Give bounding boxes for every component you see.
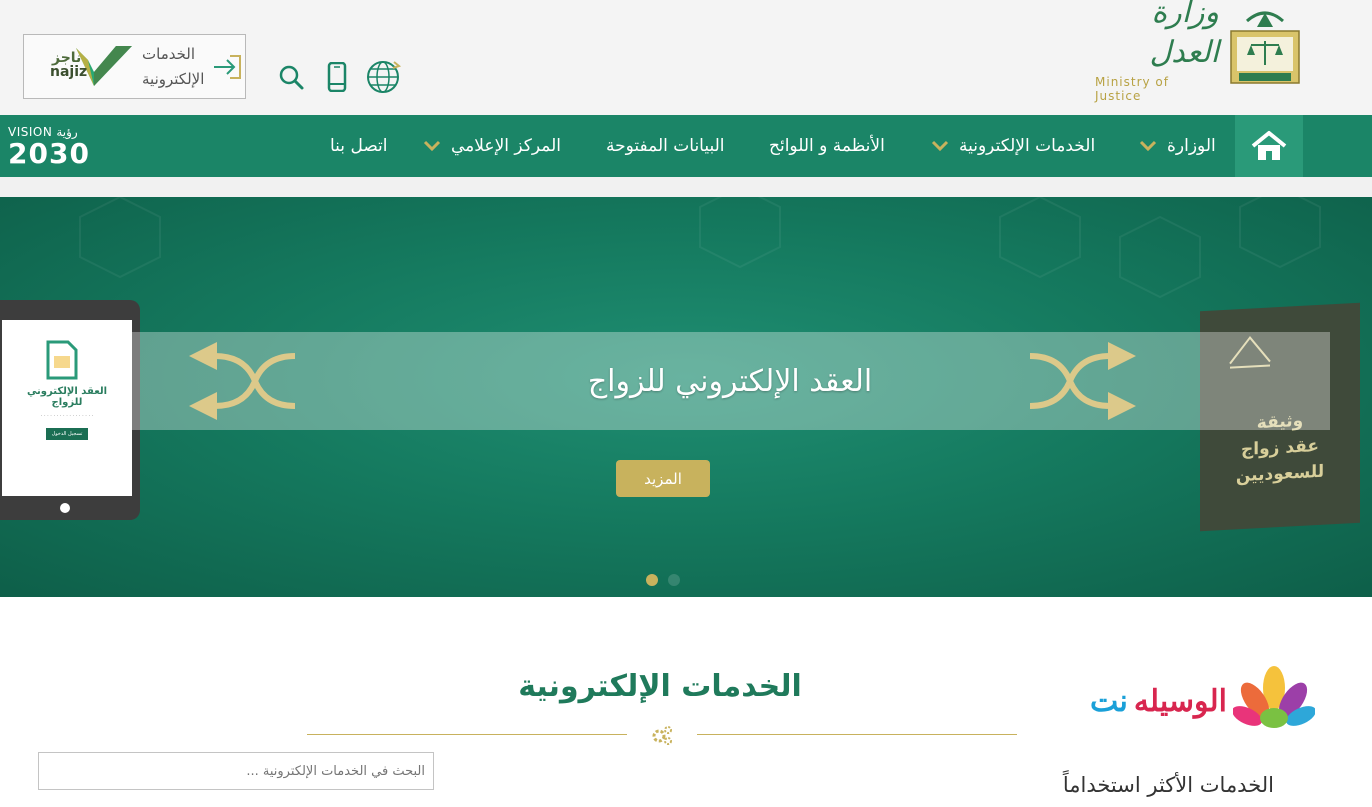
- search-icon[interactable]: [272, 58, 310, 96]
- ministry-name-en: Ministry of Justice: [1095, 75, 1169, 103]
- chevron-down-icon: [423, 140, 441, 152]
- slider-dot-active[interactable]: [646, 574, 658, 586]
- chevron-down-icon: [1139, 140, 1157, 152]
- divider-left: [307, 734, 627, 735]
- nav-regulations[interactable]: الأنظمة و اللوائح: [769, 115, 885, 177]
- najiz-logo: ناجز najiz: [36, 42, 134, 92]
- najiz-label-line1: الخدمات: [142, 44, 196, 63]
- login-arrow-icon: [212, 52, 244, 82]
- tablet-login-button: تسجيل الدخول: [45, 428, 89, 440]
- nav-label: اتصل بنا: [330, 136, 388, 156]
- wasila-part1: الوسيله: [1133, 683, 1227, 719]
- page: ناجز najiz الخدمات الإلكترونية وزارة الع…: [0, 0, 1372, 807]
- najiz-label: الخدمات الإلكترونية: [142, 42, 204, 92]
- nav-contact-us[interactable]: اتصل بنا: [330, 115, 388, 177]
- alwasila-net-logo[interactable]: نت الوسيله: [1090, 665, 1335, 737]
- nav-label: الخدمات الإلكترونية: [959, 136, 1096, 156]
- najiz-label-line2: الإلكترونية: [142, 69, 205, 88]
- nav-eservices[interactable]: الخدمات الإلكترونية: [931, 115, 1095, 177]
- eservices-section: الخدمات الإلكترونية نت الوسيله الخدمات ا…: [0, 597, 1372, 807]
- main-nav: VISION رؤية 2030 اتصل بنا المركز الإعلام…: [0, 115, 1372, 177]
- tablet-home-button: [60, 503, 70, 513]
- vision-year: 2030: [8, 137, 90, 170]
- section-title: الخدمات الإلكترونية: [518, 669, 802, 704]
- globe-icon[interactable]: [364, 58, 402, 96]
- divider-right: [697, 734, 1017, 735]
- ministry-of-justice-logo[interactable]: وزارة العدل Ministry of Justice: [1095, 0, 1305, 103]
- shuffle-arrows-right-icon: [1030, 342, 1136, 420]
- ministry-name-ar: وزارة العدل: [1149, 0, 1220, 70]
- tablet-title: العقد الإلكتروني للزواج: [26, 386, 108, 408]
- nav-label: المركز الإعلامي: [451, 136, 561, 156]
- more-button[interactable]: المزيد: [616, 460, 710, 497]
- most-used-services-heading: الخدمات الأكثر استخداماً: [1062, 773, 1274, 797]
- lotus-flower-icon: [1233, 666, 1315, 728]
- vision-2030-logo[interactable]: VISION رؤية 2030: [8, 125, 108, 169]
- hero-slider: العقد الإلكتروني للزواج · · · · · · · · …: [0, 197, 1372, 597]
- nav-label: الأنظمة و اللوائح: [769, 136, 885, 156]
- nav-spacer: [0, 177, 1372, 197]
- najiz-eservices-link[interactable]: ناجز najiz الخدمات الإلكترونية: [23, 34, 246, 99]
- site-header: ناجز najiz الخدمات الإلكترونية وزارة الع…: [0, 0, 1372, 115]
- nav-media-center[interactable]: المركز الإعلامي: [423, 115, 561, 177]
- document-icon: [46, 340, 78, 380]
- mobile-icon[interactable]: [318, 58, 356, 96]
- wasila-part2: نت: [1090, 683, 1128, 719]
- tablet-description: · · · · · · · · · · · · · · · · ·: [40, 413, 94, 419]
- slider-caption-band: العقد الإلكتروني للزواج: [130, 332, 1330, 430]
- nav-ministry[interactable]: الوزارة: [1139, 115, 1216, 177]
- nav-label: الوزارة: [1167, 136, 1216, 156]
- ministry-emblem-icon: [1227, 7, 1303, 89]
- shuffle-arrows-left-icon: [189, 342, 295, 420]
- home-button[interactable]: [1235, 115, 1303, 177]
- slider-dot[interactable]: [668, 574, 680, 586]
- nav-open-data[interactable]: البيانات المفتوحة: [606, 115, 725, 177]
- slider-title: العقد الإلكتروني للزواج: [587, 363, 873, 399]
- eservices-search-input[interactable]: [38, 752, 434, 790]
- slider-pagination: [646, 574, 680, 586]
- ministry-name: وزارة العدل Ministry of Justice: [1095, 0, 1219, 103]
- najiz-brand-en: najiz: [50, 63, 88, 80]
- gears-icon: [652, 726, 672, 745]
- home-icon: [1251, 131, 1287, 160]
- chevron-down-icon: [931, 140, 949, 152]
- tablet-mockup: العقد الإلكتروني للزواج · · · · · · · · …: [0, 300, 140, 520]
- nav-label: البيانات المفتوحة: [606, 136, 725, 156]
